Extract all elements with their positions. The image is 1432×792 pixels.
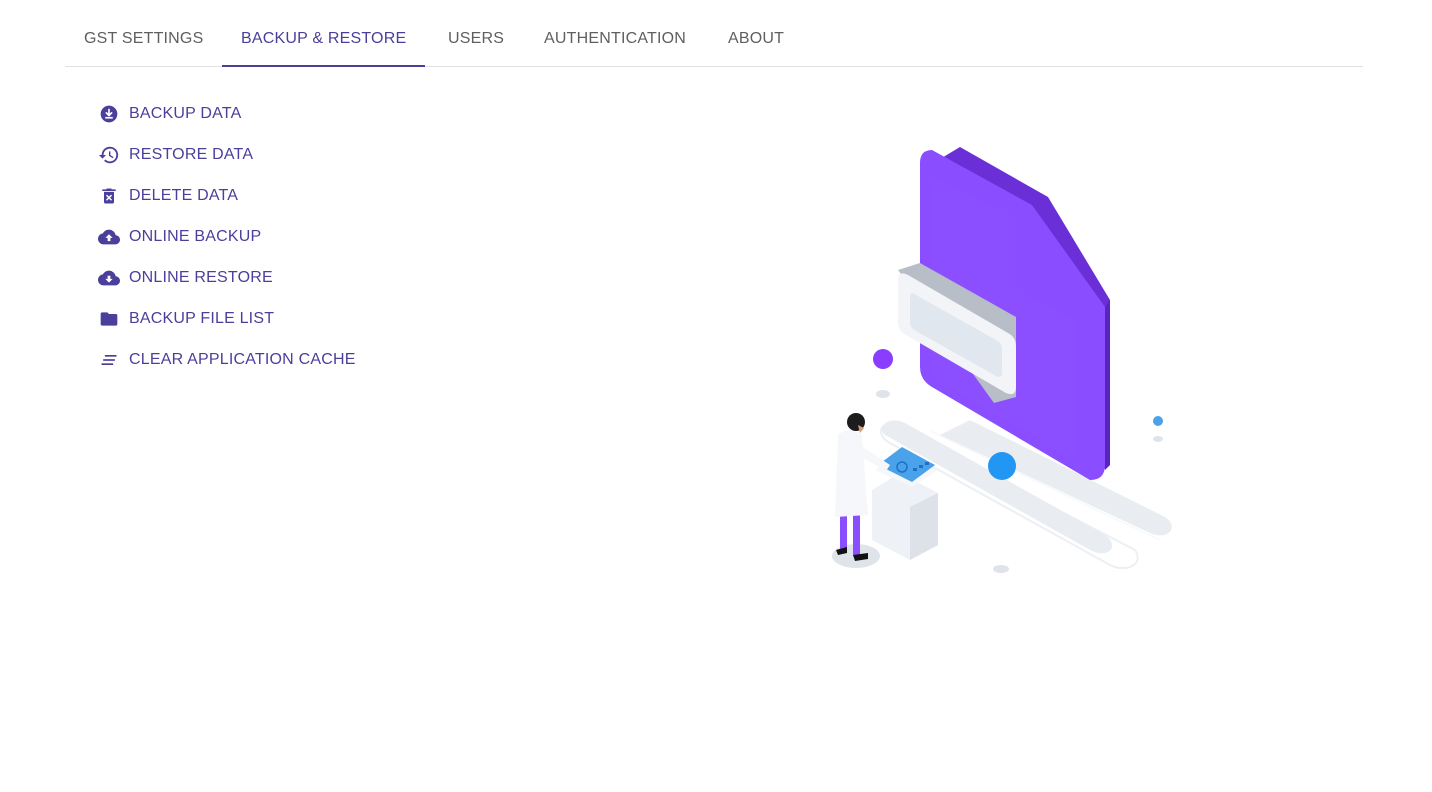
cloud-download-icon bbox=[98, 267, 120, 289]
settings-tab-bar: GST SETTINGS BACKUP & RESTORE USERS AUTH… bbox=[65, 0, 1363, 67]
menu-item-label: ONLINE RESTORE bbox=[129, 269, 273, 286]
menu-item-label: DELETE DATA bbox=[129, 187, 239, 204]
menu-item-label: ONLINE BACKUP bbox=[129, 228, 262, 245]
tab-users[interactable]: USERS bbox=[448, 0, 504, 66]
menu-item-clear-application-cache[interactable]: CLEAR APPLICATION CACHE bbox=[98, 346, 356, 374]
menu-item-online-restore[interactable]: ONLINE RESTORE bbox=[98, 264, 273, 292]
menu-item-delete-data[interactable]: DELETE DATA bbox=[98, 182, 238, 210]
tab-gst-settings[interactable]: GST SETTINGS bbox=[84, 0, 203, 66]
menu-item-label: RESTORE DATA bbox=[129, 146, 254, 163]
active-tab-indicator bbox=[222, 65, 425, 67]
download-circle-icon bbox=[98, 103, 120, 125]
backup-illustration bbox=[820, 135, 1190, 585]
tab-about[interactable]: ABOUT bbox=[728, 0, 784, 66]
menu-item-online-backup[interactable]: ONLINE BACKUP bbox=[98, 223, 261, 251]
menu-item-label: BACKUP FILE LIST bbox=[129, 310, 275, 327]
cloud-upload-icon bbox=[98, 226, 120, 248]
tab-authentication[interactable]: AUTHENTICATION bbox=[544, 0, 686, 66]
menu-item-backup-data[interactable]: BACKUP DATA bbox=[98, 100, 241, 128]
clear-all-icon bbox=[98, 349, 120, 371]
menu-item-label: CLEAR APPLICATION CACHE bbox=[129, 351, 356, 368]
tab-backup-restore[interactable]: BACKUP & RESTORE bbox=[241, 0, 406, 66]
menu-item-label: BACKUP DATA bbox=[129, 105, 242, 122]
trash-icon bbox=[98, 185, 120, 207]
history-icon bbox=[98, 144, 120, 166]
menu-item-backup-file-list[interactable]: BACKUP FILE LIST bbox=[98, 305, 274, 333]
folder-icon bbox=[98, 308, 120, 330]
menu-item-restore-data[interactable]: RESTORE DATA bbox=[98, 141, 253, 169]
